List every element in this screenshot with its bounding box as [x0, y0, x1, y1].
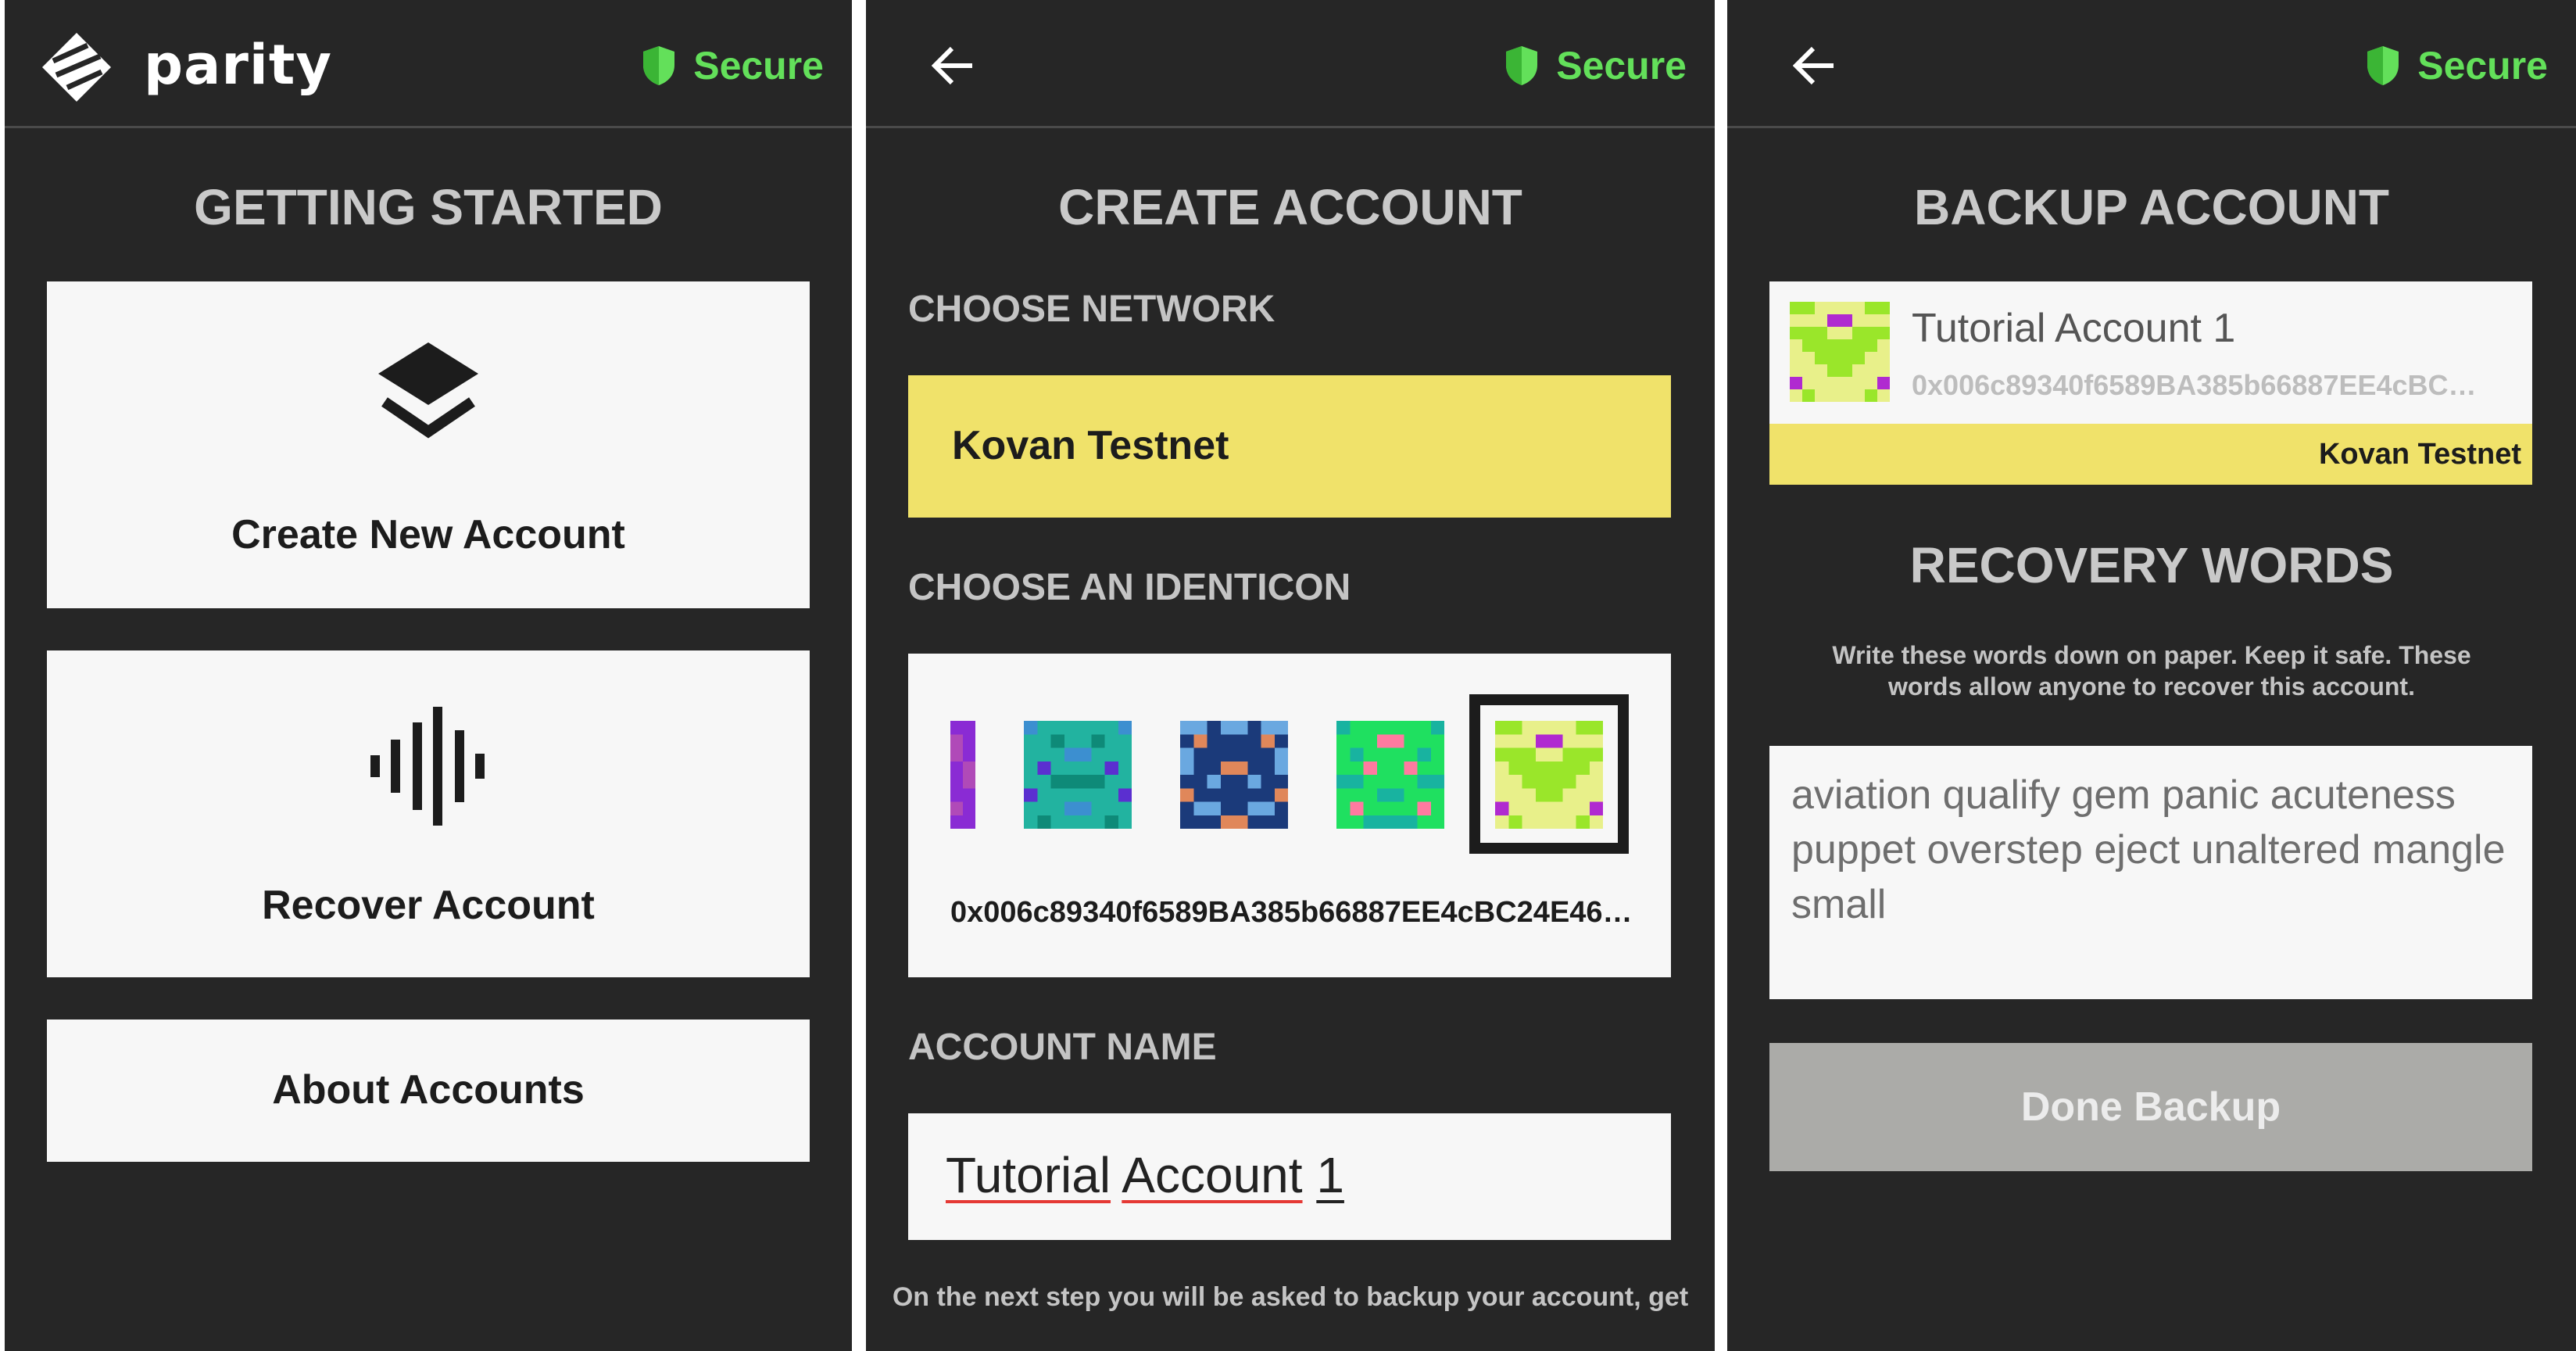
create-account-screen: Secure CREATE ACCOUNT CHOOSE NETWORK Kov…: [866, 0, 1715, 1351]
account-network-bar: Kovan Testnet: [1769, 424, 2532, 485]
account-name-value: Tutorial Account 1: [946, 1146, 1344, 1204]
page-title: BACKUP ACCOUNT: [1914, 179, 2389, 235]
recover-account-label: Recover Account: [262, 883, 595, 928]
secure-indicator: Secure: [2366, 41, 2548, 91]
identicon-option-2[interactable]: [1180, 721, 1288, 829]
identicon-address: 0x006c89340f6589BA385b66887EE4cBC24E46…: [950, 896, 1633, 929]
layers-icon: [378, 342, 478, 439]
secure-label: Secure: [693, 44, 824, 88]
about-accounts-label: About Accounts: [272, 1067, 585, 1113]
getting-started-screen: parity Secure GETTING STARTED Create New…: [5, 0, 852, 1351]
parity-logo-icon: [42, 33, 111, 102]
account-name: Tutorial Account 1: [1912, 306, 2236, 351]
identicon-picker: 0x006c89340f6589BA385b66887EE4cBC24E46…: [908, 654, 1671, 977]
account-name-heading: ACCOUNT NAME: [908, 1027, 1217, 1068]
identicon-option-3[interactable]: [1336, 721, 1444, 829]
secure-indicator: Secure: [1504, 41, 1687, 91]
create-new-account-button[interactable]: Create New Account: [47, 281, 810, 608]
choose-identicon-heading: CHOOSE AN IDENTICON: [908, 567, 1351, 608]
secure-label: Secure: [1556, 44, 1687, 88]
identicon-option-4-selected[interactable]: [1495, 721, 1603, 829]
account-network-label: Kovan Testnet: [2318, 438, 2521, 471]
page-title: GETTING STARTED: [194, 179, 663, 235]
choose-network-heading: CHOOSE NETWORK: [908, 288, 1275, 330]
account-name-word-2: Account: [1122, 1147, 1303, 1203]
shield-icon: [1506, 46, 1538, 85]
account-name-word-1: Tutorial: [946, 1147, 1111, 1203]
network-value: Kovan Testnet: [952, 423, 1229, 468]
done-backup-label: Done Backup: [2020, 1084, 2281, 1130]
top-bar: Secure: [1727, 0, 2576, 128]
account-card: Tutorial Account 1 0x006c89340f6589BA385…: [1769, 281, 2532, 424]
account-address: 0x006c89340f6589BA385b66887EE4cBC…: [1912, 369, 2477, 401]
selected-identicon-frame[interactable]: [1469, 694, 1629, 854]
network-selector[interactable]: Kovan Testnet: [908, 375, 1671, 518]
app-logo-text: parity: [144, 33, 332, 97]
about-accounts-button[interactable]: About Accounts: [47, 1020, 810, 1162]
shield-icon: [2367, 46, 2399, 85]
top-bar: Secure: [866, 0, 1715, 128]
back-arrow-icon[interactable]: [1793, 45, 1837, 86]
identicon-option-0[interactable]: [950, 721, 975, 829]
page-title: CREATE ACCOUNT: [1058, 179, 1522, 235]
back-arrow-icon[interactable]: [932, 45, 975, 86]
account-name-word-3: 1: [1316, 1147, 1344, 1203]
recovery-instructions: Write these words down on paper. Keep it…: [1832, 641, 2471, 701]
recovery-words-title: RECOVERY WORDS: [1909, 537, 2394, 593]
shield-icon: [643, 46, 675, 85]
recover-account-button[interactable]: Recover Account: [47, 650, 810, 977]
secure-indicator: Secure: [642, 41, 824, 91]
top-bar: parity Secure: [5, 0, 852, 128]
account-identicon: [1790, 302, 1890, 402]
create-new-account-label: Create New Account: [231, 512, 625, 557]
secure-label: Secure: [2417, 44, 2548, 88]
account-name-input[interactable]: Tutorial Account 1: [908, 1113, 1671, 1240]
backup-account-screen: Secure BACKUP ACCOUNT Tutorial Account 1…: [1727, 0, 2576, 1351]
sound-wave-icon: [370, 707, 485, 826]
backup-hint-text: On the next step you will be asked to ba…: [892, 1282, 1689, 1312]
identicon-option-1[interactable]: [1024, 721, 1132, 829]
recovery-words-text: aviation qualify gem panic acuteness pup…: [1791, 772, 2506, 927]
done-backup-button[interactable]: Done Backup: [1769, 1043, 2532, 1171]
recovery-words-box[interactable]: aviation qualify gem panic acuteness pup…: [1769, 746, 2532, 999]
